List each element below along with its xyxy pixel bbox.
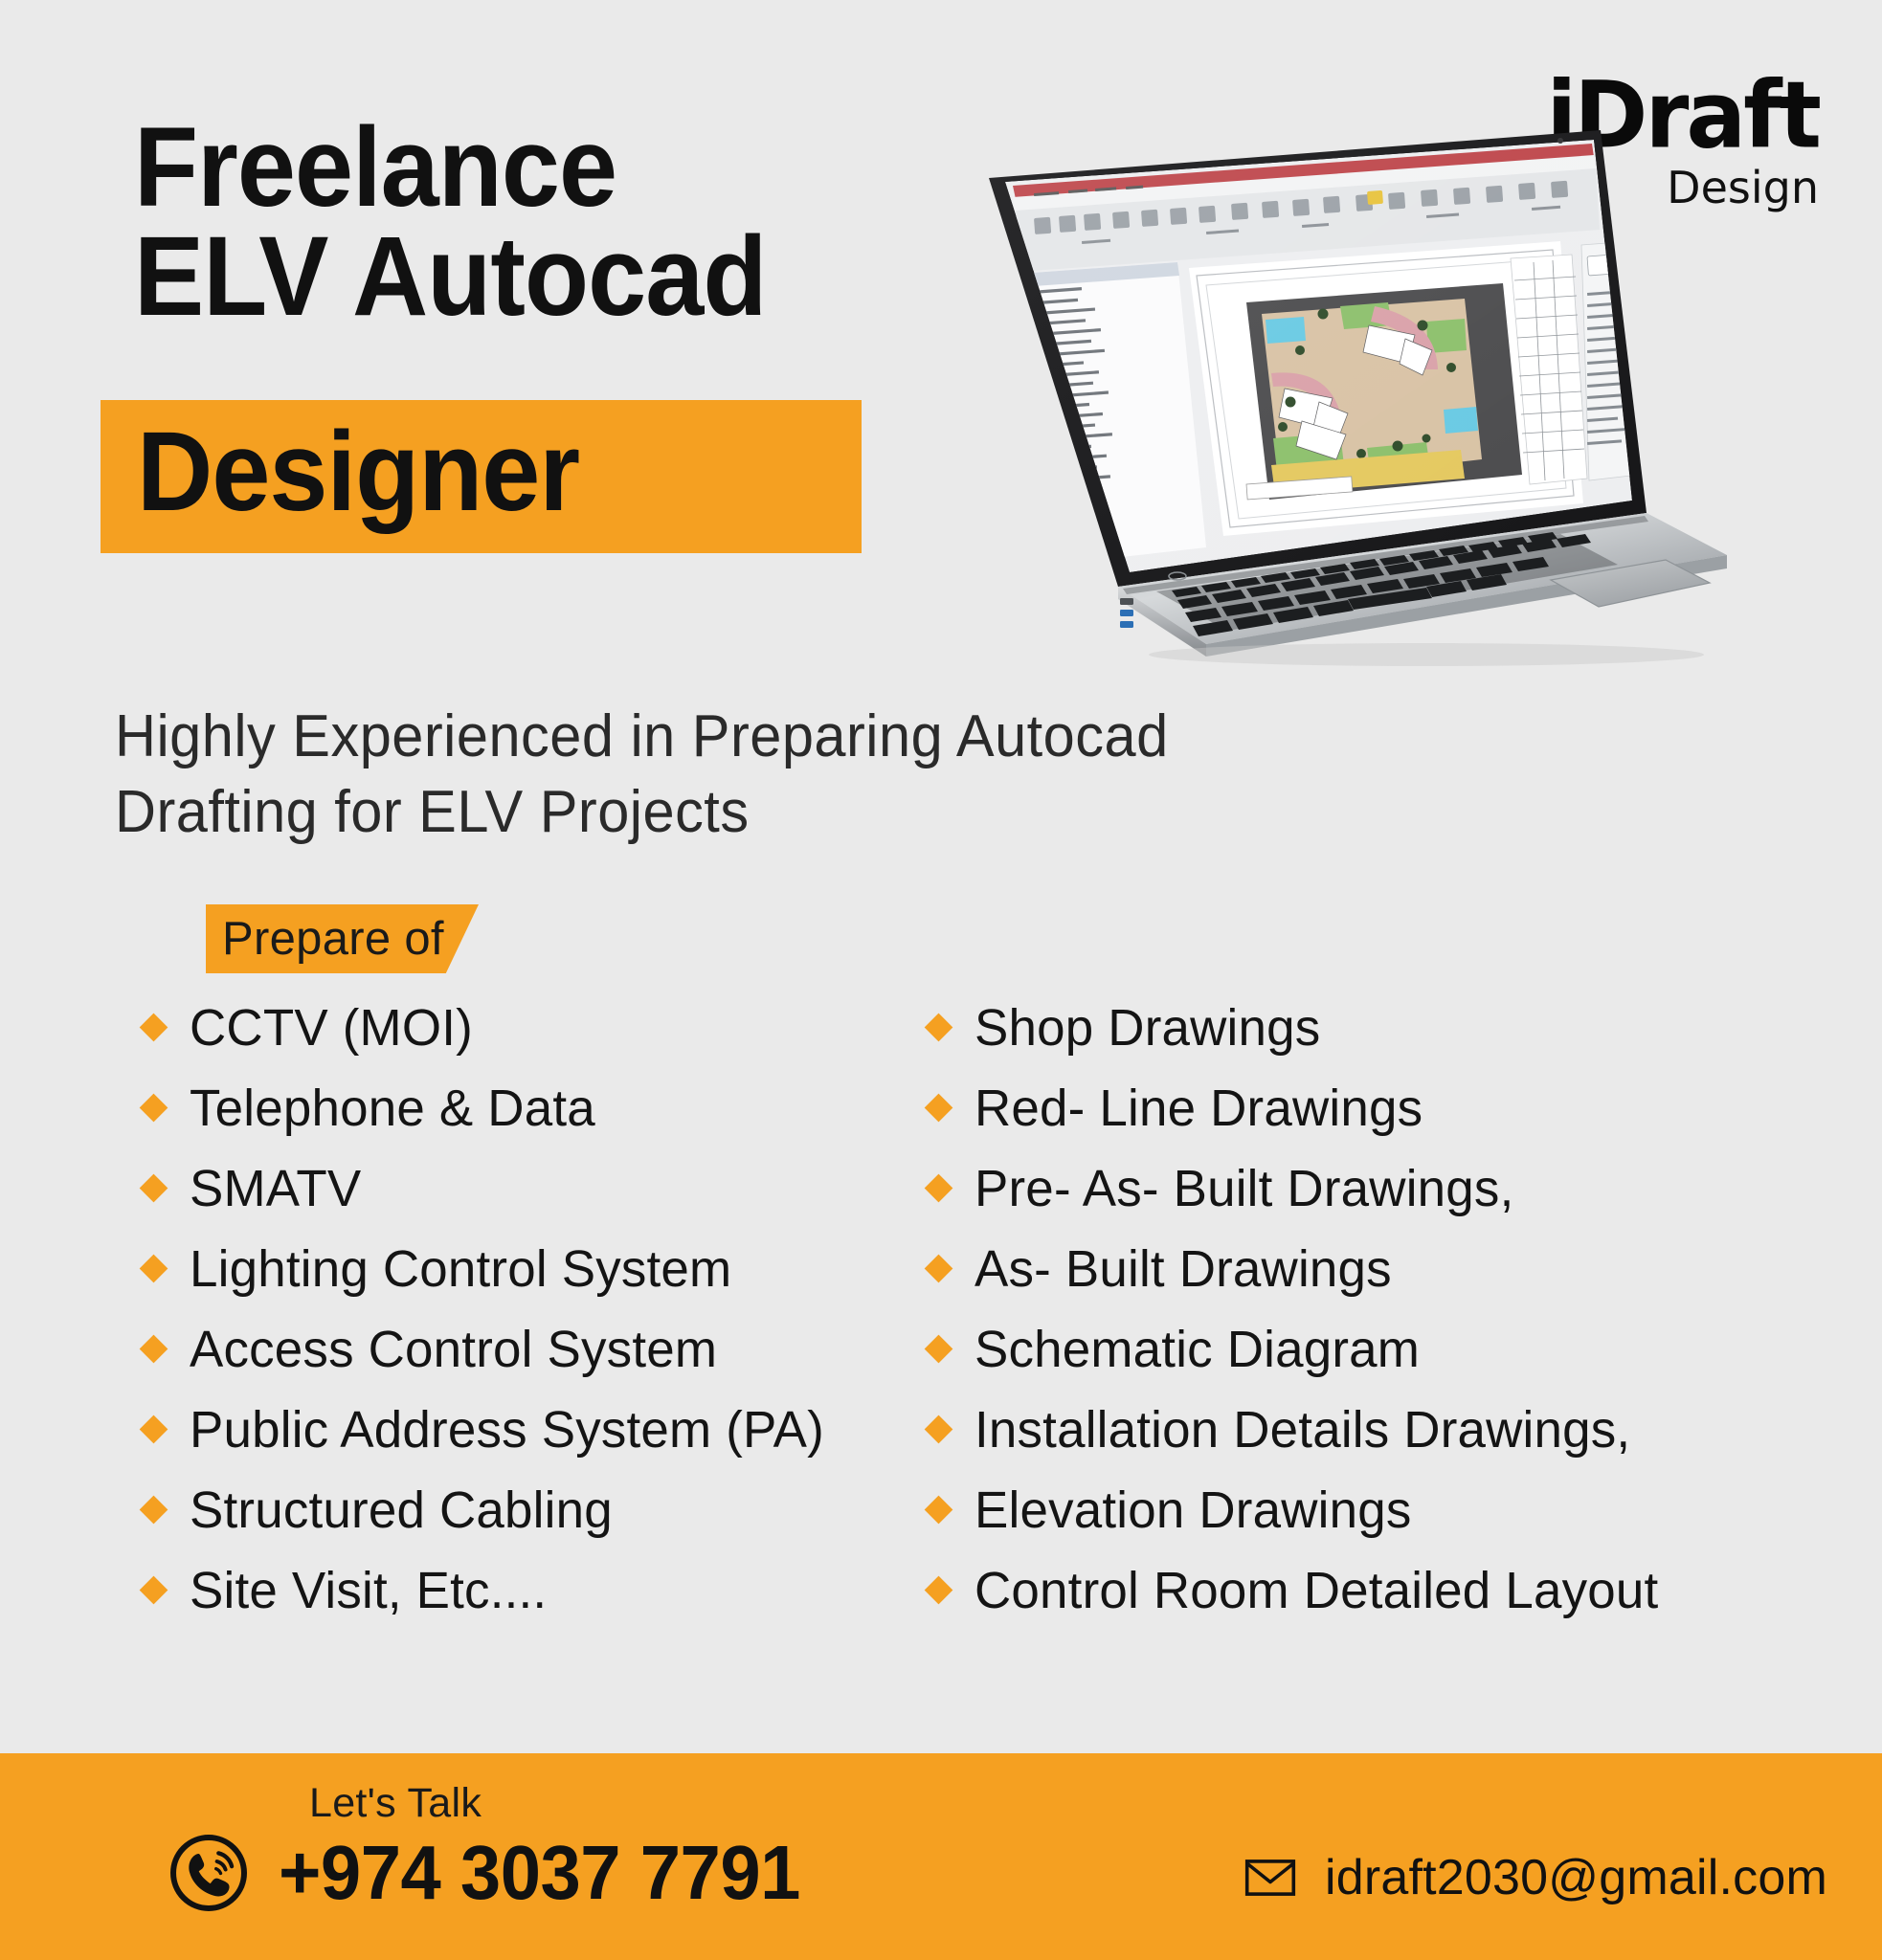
diamond-bullet-icon (139, 1414, 168, 1444)
subtitle-line-1: Highly Experienced in Preparing Autocad (115, 703, 1169, 769)
list-item: Site Visit, Etc.... (139, 1561, 900, 1641)
lets-talk-label: Let's Talk (309, 1780, 482, 1826)
list-item-label: Elevation Drawings (975, 1481, 1412, 1539)
diamond-bullet-icon (924, 1334, 953, 1364)
prepare-of-tag-shape: Prepare of (206, 904, 479, 973)
list-item-label: Public Address System (PA) (190, 1401, 824, 1459)
phone-row: +974 3037 7791 (168, 1829, 828, 1917)
prepare-of-tag: Prepare of (206, 904, 479, 973)
diamond-bullet-icon (924, 1575, 953, 1605)
diamond-bullet-icon (924, 1173, 953, 1203)
list-item: Access Control System (139, 1320, 900, 1400)
list-item: Lighting Control System (139, 1239, 900, 1320)
phone-number[interactable]: +974 3037 7791 (279, 1829, 800, 1917)
diamond-bullet-icon (924, 1093, 953, 1123)
list-item: Red- Line Drawings (924, 1079, 1685, 1159)
diamond-bullet-icon (924, 1254, 953, 1283)
phone-contact-block[interactable]: Let's Talk +974 3037 7791 (168, 1780, 828, 1917)
list-item-label: Access Control System (190, 1321, 718, 1378)
list-item: Elevation Drawings (924, 1481, 1685, 1561)
prepare-of-label: Prepare of (222, 913, 444, 965)
list-item-label: Schematic Diagram (975, 1321, 1421, 1378)
diamond-bullet-icon (139, 1173, 168, 1203)
diamond-bullet-icon (139, 1013, 168, 1042)
services-right-column: Shop Drawings Red- Line Drawings Pre- As… (924, 998, 1685, 1641)
list-item-label: Red- Line Drawings (975, 1080, 1423, 1137)
list-item-label: Telephone & Data (190, 1080, 595, 1137)
diamond-bullet-icon (139, 1254, 168, 1283)
list-item-label: As- Built Drawings (975, 1240, 1392, 1298)
laptop-illustration (890, 122, 1733, 666)
laptop-svg (989, 130, 1727, 666)
poster-root: Freelance ELV Autocad Designer iDraft De… (0, 0, 1882, 1960)
list-item: Structured Cabling (139, 1481, 900, 1561)
diamond-bullet-icon (139, 1093, 168, 1123)
services-left-column: CCTV (MOI) Telephone & Data SMATV Lighti… (139, 998, 900, 1641)
list-item: Telephone & Data (139, 1079, 900, 1159)
list-item-label: Lighting Control System (190, 1240, 732, 1298)
subtitle-block: Highly Experienced in Preparing Autocad … (115, 699, 1172, 851)
list-item-label: Pre- As- Built Drawings, (975, 1160, 1514, 1217)
laptop-webcam (1557, 138, 1563, 144)
contact-footer: Let's Talk +974 3037 7791 idraft2030@gma… (0, 1753, 1882, 1960)
list-item: SMATV (139, 1159, 900, 1239)
list-item: Schematic Diagram (924, 1320, 1685, 1400)
diamond-bullet-icon (139, 1334, 168, 1364)
list-item: Pre- As- Built Drawings, (924, 1159, 1685, 1239)
subtitle-line-2: Drafting for ELV Projects (115, 779, 750, 846)
list-item: Control Room Detailed Layout (924, 1561, 1685, 1641)
list-item: Public Address System (PA) (139, 1400, 900, 1481)
diamond-bullet-icon (139, 1495, 168, 1525)
list-item: CCTV (MOI) (139, 998, 900, 1079)
diamond-bullet-icon (139, 1575, 168, 1605)
list-item-label: Control Room Detailed Layout (975, 1562, 1659, 1619)
services-lists: CCTV (MOI) Telephone & Data SMATV Lighti… (139, 998, 1828, 1641)
list-item: Shop Drawings (924, 998, 1685, 1079)
list-item-label: Site Visit, Etc.... (190, 1562, 548, 1619)
list-item-label: Shop Drawings (975, 999, 1321, 1057)
list-item-label: Installation Details Drawings, (975, 1401, 1631, 1459)
laptop-ports (1120, 598, 1133, 628)
phone-icon (170, 1835, 247, 1911)
list-item: Installation Details Drawings, (924, 1400, 1685, 1481)
diamond-bullet-icon (924, 1414, 953, 1444)
diamond-bullet-icon (924, 1013, 953, 1042)
mail-icon (1244, 1860, 1296, 1896)
laptop-shadow (1149, 643, 1704, 666)
email-contact-block[interactable]: idraft2030@gmail.com (1244, 1849, 1827, 1906)
headline-highlight-box: Designer (101, 400, 862, 553)
list-item-label: CCTV (MOI) (190, 999, 473, 1057)
headline-line-3: Designer (137, 409, 580, 535)
list-item-label: Structured Cabling (190, 1481, 613, 1539)
diamond-bullet-icon (924, 1495, 953, 1525)
email-address[interactable]: idraft2030@gmail.com (1325, 1849, 1827, 1906)
list-item: As- Built Drawings (924, 1239, 1685, 1320)
list-item-label: SMATV (190, 1160, 362, 1217)
